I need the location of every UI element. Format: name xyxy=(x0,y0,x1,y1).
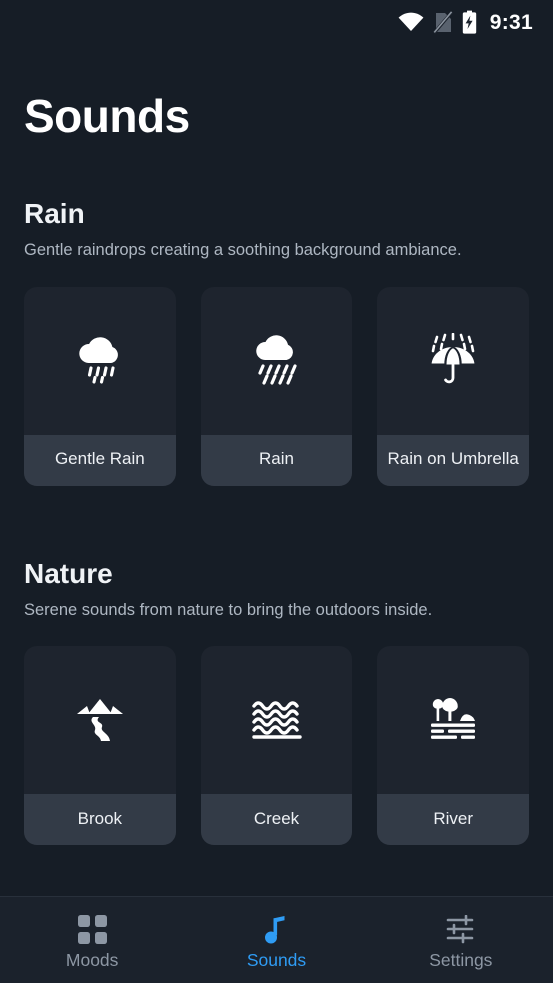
status-bar: 9:31 xyxy=(0,0,553,44)
grid-icon xyxy=(77,914,107,944)
scroll-content[interactable]: Sounds Rain Gentle raindrops creating a … xyxy=(0,44,553,896)
sound-card-label: Brook xyxy=(24,793,176,845)
water-waves-icon xyxy=(201,646,353,794)
umbrella-rain-icon xyxy=(377,287,529,435)
sound-card-river[interactable]: River xyxy=(377,645,530,845)
app-screen: 9:31 Sounds Rain Gentle raindrops creati… xyxy=(0,0,553,983)
sound-card-label: Creek xyxy=(200,793,353,845)
sound-card-creek[interactable]: Creek xyxy=(200,645,353,845)
nav-label: Moods xyxy=(65,949,119,970)
status-bar-clock: 9:31 xyxy=(489,10,533,34)
section-description: Gentle raindrops creating a soothing bac… xyxy=(24,241,462,260)
sound-card-label: River xyxy=(377,793,530,845)
sound-card-label: Gentle Rain xyxy=(24,434,176,486)
section-description: Serene sounds from nature to bring the o… xyxy=(24,600,433,619)
bottom-navigation: Moods Sounds Settings xyxy=(0,896,553,983)
music-note-icon xyxy=(264,915,288,944)
sound-card-row: Brook Creek River xyxy=(24,645,530,845)
sound-card-label: Rain xyxy=(200,434,353,486)
section-rain: Rain Gentle raindrops creating a soothin… xyxy=(0,198,553,486)
sliders-icon xyxy=(446,914,476,944)
cloud-drizzle-icon xyxy=(24,287,176,435)
nav-item-settings[interactable]: Settings xyxy=(369,911,553,970)
section-title: Rain xyxy=(24,198,85,230)
cloud-rain-icon xyxy=(201,287,353,435)
sound-card-label: Rain on Umbrella xyxy=(377,434,530,486)
sound-card-rain-on-umbrella[interactable]: Rain on Umbrella xyxy=(377,286,530,486)
nav-item-moods[interactable]: Moods xyxy=(0,911,184,970)
sound-card-brook[interactable]: Brook xyxy=(24,645,176,845)
mountain-stream-icon xyxy=(24,646,176,794)
sound-card-rain[interactable]: Rain xyxy=(200,286,353,486)
sound-card-row: Gentle Rain Rain Rain on Umbrella xyxy=(24,286,530,486)
section-nature: Nature Serene sounds from nature to brin… xyxy=(0,558,553,845)
sound-card-gentle-rain[interactable]: Gentle Rain xyxy=(24,286,176,486)
nav-item-sounds[interactable]: Sounds xyxy=(184,911,368,970)
page-title: Sounds xyxy=(24,90,190,142)
battery-charging-icon xyxy=(462,10,477,34)
nav-label: Sounds xyxy=(246,949,307,970)
nav-label: Settings xyxy=(429,949,493,970)
wifi-icon xyxy=(398,12,424,32)
section-title: Nature xyxy=(24,557,113,589)
no-sim-icon xyxy=(432,10,453,34)
river-landscape-icon xyxy=(377,646,529,794)
